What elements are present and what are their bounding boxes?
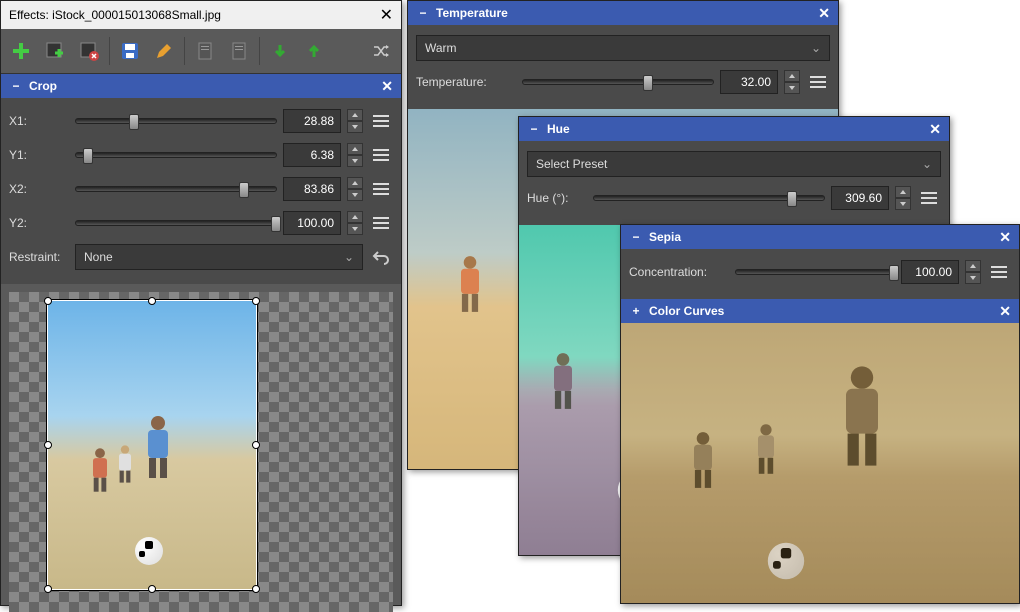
temperature-slider[interactable]: [522, 79, 714, 85]
canvas-area[interactable]: [9, 292, 393, 612]
color-curves-header: + Color Curves ✕: [621, 299, 1019, 323]
hue-controls: Select Preset ⌄ Hue (°): 309.60: [519, 141, 949, 225]
y1-label: Y1:: [9, 148, 69, 162]
hue-header: − Hue ✕: [519, 117, 949, 141]
save-button[interactable]: [114, 35, 146, 67]
y1-slider[interactable]: [75, 152, 277, 158]
close-icon[interactable]: ✕: [999, 303, 1011, 320]
close-crop-icon[interactable]: ✕: [381, 78, 393, 95]
y1-value[interactable]: 6.38: [283, 143, 341, 167]
collapse-icon[interactable]: −: [629, 230, 643, 244]
close-icon[interactable]: ✕: [818, 5, 830, 22]
crop-controls: X1: 28.88 Y1: 6.38 X2: 83.86 Y2: 100.00: [1, 98, 401, 284]
x1-slider[interactable]: [75, 118, 277, 124]
crop-header: − Crop ✕: [1, 74, 401, 98]
shuffle-button[interactable]: [365, 35, 397, 67]
concentration-value[interactable]: 100.00: [901, 260, 959, 284]
toolbar: [1, 29, 401, 74]
y1-spinner[interactable]: [347, 143, 363, 167]
x1-value[interactable]: 28.88: [283, 109, 341, 133]
x1-label: X1:: [9, 114, 69, 128]
color-curves-title: Color Curves: [649, 304, 993, 318]
chevron-down-icon: ⌄: [344, 250, 354, 264]
image-preview: [48, 301, 256, 589]
restraint-select[interactable]: None ⌄: [75, 244, 363, 270]
delete-layer-button[interactable]: [73, 35, 105, 67]
concentration-slider[interactable]: [735, 269, 895, 275]
collapse-icon[interactable]: −: [416, 6, 430, 20]
add-button[interactable]: [5, 35, 37, 67]
restraint-value: None: [84, 250, 113, 264]
hue-preset-select[interactable]: Select Preset ⌄: [527, 151, 941, 177]
temperature-value[interactable]: 32.00: [720, 70, 778, 94]
sepia-controls: Concentration: 100.00: [621, 249, 1019, 299]
edit-button[interactable]: [148, 35, 180, 67]
y2-slider[interactable]: [75, 220, 277, 226]
hue-value[interactable]: 309.60: [831, 186, 889, 210]
chevron-down-icon: ⌄: [811, 41, 821, 55]
sepia-preview: [621, 323, 1019, 603]
close-icon[interactable]: ✕: [380, 5, 393, 25]
restraint-label: Restraint:: [9, 250, 69, 264]
hue-label: Hue (°):: [527, 191, 587, 205]
temperature-label: Temperature:: [416, 75, 516, 89]
temperature-controls: Warm ⌄ Temperature: 32.00: [408, 25, 838, 109]
x2-label: X2:: [9, 182, 69, 196]
collapse-icon[interactable]: −: [527, 122, 541, 136]
arrow-up-button[interactable]: [298, 35, 330, 67]
x2-spinner[interactable]: [347, 177, 363, 201]
x2-slider[interactable]: [75, 186, 277, 192]
sepia-header: − Sepia ✕: [621, 225, 1019, 249]
temperature-header: − Temperature ✕: [408, 1, 838, 25]
window-title: Effects: iStock_000015013068Small.jpg: [9, 8, 221, 22]
x1-spinner[interactable]: [347, 109, 363, 133]
window-titlebar: Effects: iStock_000015013068Small.jpg ✕: [1, 1, 401, 29]
hue-spinner[interactable]: [895, 186, 911, 210]
close-icon[interactable]: ✕: [999, 229, 1011, 246]
sepia-title: Sepia: [649, 230, 993, 244]
chevron-down-icon: ⌄: [922, 157, 932, 171]
y2-menu-button[interactable]: [369, 211, 393, 235]
hue-slider[interactable]: [593, 195, 825, 201]
concentration-label: Concentration:: [629, 265, 729, 279]
hue-preset-value: Select Preset: [536, 157, 607, 171]
x2-value[interactable]: 83.86: [283, 177, 341, 201]
crop-title: Crop: [29, 79, 375, 93]
y2-value[interactable]: 100.00: [283, 211, 341, 235]
undo-button[interactable]: [369, 245, 393, 269]
effects-window: Effects: iStock_000015013068Small.jpg ✕ …: [0, 0, 402, 606]
hue-menu-button[interactable]: [917, 186, 941, 210]
collapse-icon[interactable]: −: [9, 79, 23, 93]
concentration-spinner[interactable]: [965, 260, 981, 284]
hue-title: Hue: [547, 122, 923, 136]
y2-label: Y2:: [9, 216, 69, 230]
temperature-title: Temperature: [436, 6, 812, 20]
arrow-down-button[interactable]: [264, 35, 296, 67]
crop-selection[interactable]: [47, 300, 257, 590]
x1-menu-button[interactable]: [369, 109, 393, 133]
x2-menu-button[interactable]: [369, 177, 393, 201]
document-button[interactable]: [189, 35, 221, 67]
temperature-menu-button[interactable]: [806, 70, 830, 94]
sepia-panel: − Sepia ✕ Concentration: 100.00 + Color …: [620, 224, 1020, 604]
concentration-menu-button[interactable]: [987, 260, 1011, 284]
temperature-preset-value: Warm: [425, 41, 457, 55]
temperature-spinner[interactable]: [784, 70, 800, 94]
y2-spinner[interactable]: [347, 211, 363, 235]
document2-button[interactable]: [223, 35, 255, 67]
temperature-preset-select[interactable]: Warm ⌄: [416, 35, 830, 61]
y1-menu-button[interactable]: [369, 143, 393, 167]
close-icon[interactable]: ✕: [929, 121, 941, 138]
expand-icon[interactable]: +: [629, 304, 643, 318]
add-layer-button[interactable]: [39, 35, 71, 67]
